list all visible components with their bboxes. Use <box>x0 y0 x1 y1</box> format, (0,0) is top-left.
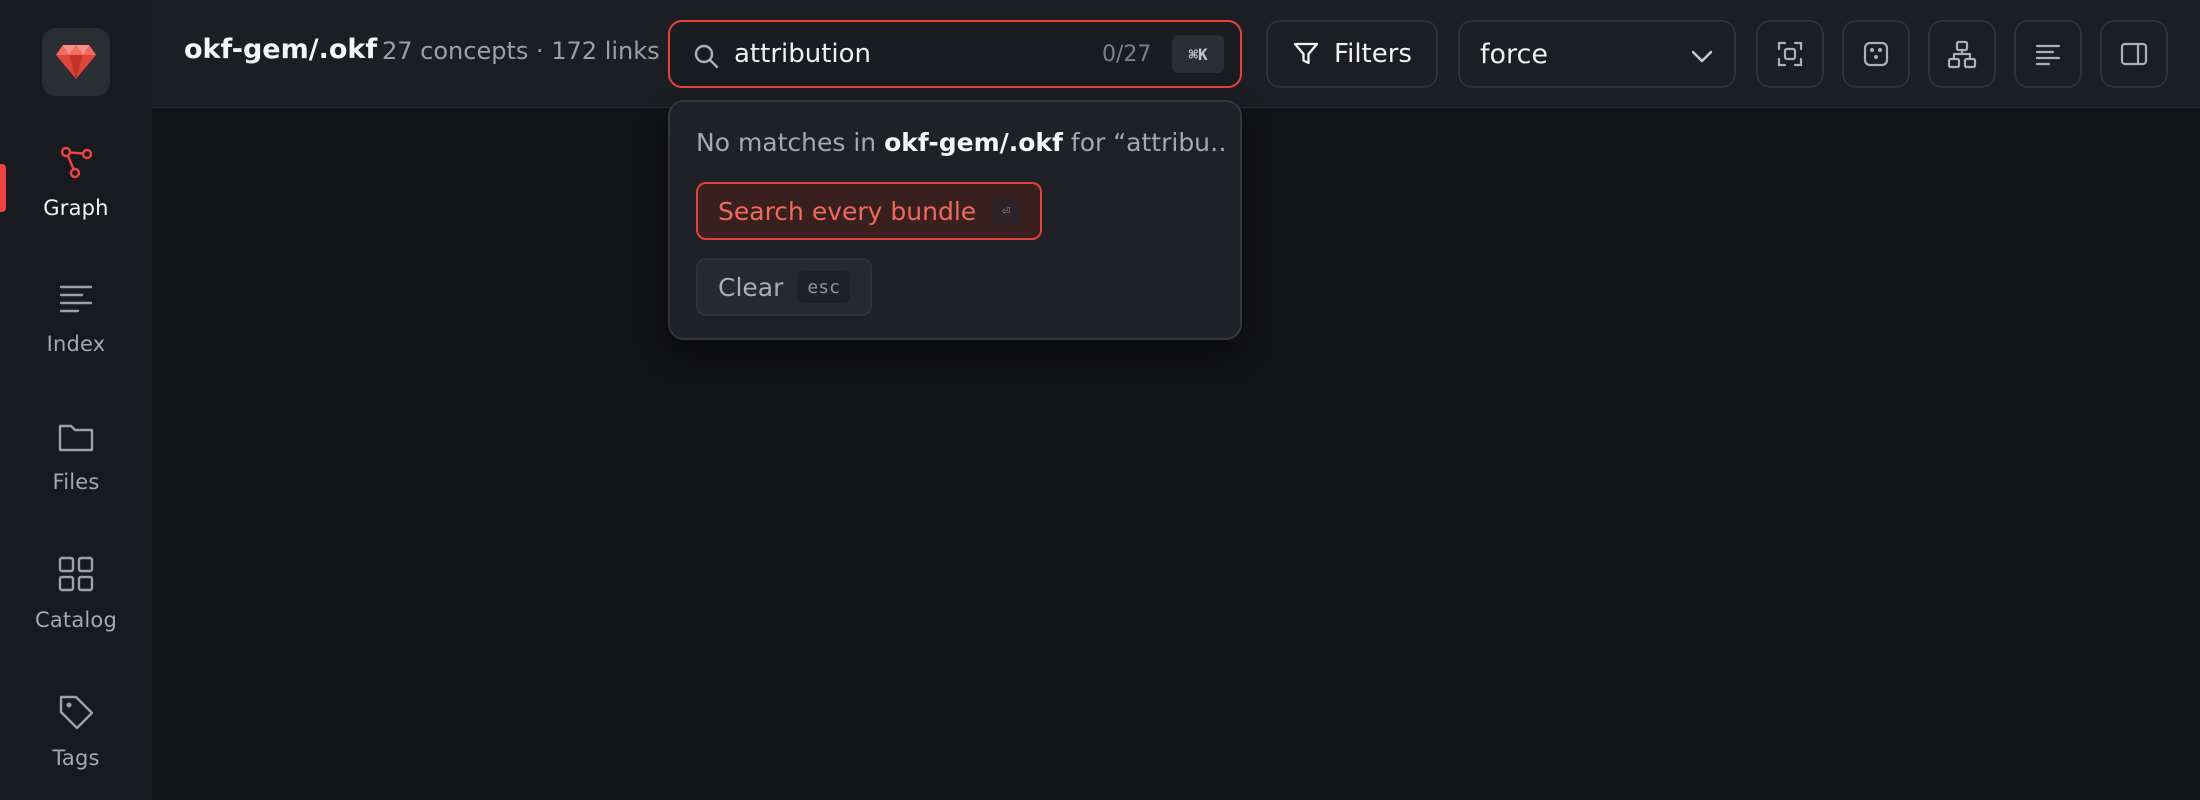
random-layout-button[interactable] <box>1842 20 1910 88</box>
search-results-dropdown: No matches in okf-gem/.okf for “attribu…… <box>668 100 1242 340</box>
search-box[interactable]: 0/27 ⌘K <box>668 20 1242 88</box>
sidebar-item-label: Files <box>52 470 100 494</box>
text-align-button[interactable] <box>2014 20 2082 88</box>
clear-search-button[interactable]: Clear esc <box>696 258 872 316</box>
app-root: Graph Index Files Catalog Tags okf-gem/.… <box>0 0 2200 800</box>
sidebar: Graph Index Files Catalog Tags <box>0 0 152 800</box>
no-matches-bundle: okf-gem/.okf <box>884 128 1063 157</box>
graph-icon <box>60 146 93 179</box>
bundle-stats: 27 concepts · 172 links <box>382 37 660 65</box>
side-panel-button[interactable] <box>2100 20 2168 88</box>
search-every-bundle-label: Search every bundle <box>718 196 977 226</box>
search-match-count: 0/27 <box>1102 42 1152 67</box>
search-input[interactable] <box>734 34 1074 74</box>
grid-icon <box>58 556 94 592</box>
layout-select-value: force <box>1480 38 1548 70</box>
random-layout-icon <box>1863 41 1889 67</box>
hierarchy-button[interactable] <box>1928 20 1996 88</box>
no-matches-suffix: for “attribu… <box>1070 128 1226 157</box>
filters-button[interactable]: Filters <box>1266 20 1438 88</box>
focus-frame-button[interactable] <box>1756 20 1824 88</box>
tag-icon <box>59 695 94 730</box>
folder-icon <box>58 424 94 452</box>
enter-key-badge: ⏎ <box>992 197 1021 225</box>
sidebar-item-label: Index <box>46 332 106 356</box>
search-icon <box>694 44 719 69</box>
app-logo[interactable] <box>42 28 110 96</box>
search-every-bundle-button[interactable]: Search every bundle ⏎ <box>696 182 1043 240</box>
sidebar-item-files[interactable]: Files <box>0 402 152 522</box>
sidebar-item-catalog[interactable]: Catalog <box>0 540 152 660</box>
sidebar-item-label: Tags <box>52 746 100 770</box>
sidebar-item-tags[interactable]: Tags <box>0 678 152 798</box>
search-shortcut-badge: ⌘K <box>1172 35 1224 73</box>
sidebar-item-index[interactable]: Index <box>0 264 152 384</box>
bundle-name: okf-gem/.okf <box>184 34 378 65</box>
sidebar-item-graph[interactable]: Graph <box>0 128 152 248</box>
no-matches-prefix: No matches in <box>696 128 877 157</box>
side-panel-icon <box>2120 42 2148 66</box>
filter-icon <box>1293 42 1319 65</box>
clear-search-label: Clear <box>718 272 784 302</box>
layout-select[interactable]: force <box>1458 20 1736 88</box>
no-matches-message: No matches in okf-gem/.okf for “attribu… <box>696 128 1226 157</box>
escape-key-badge: esc <box>797 271 850 303</box>
gem-icon <box>56 45 96 79</box>
text-align-icon <box>2035 44 2061 66</box>
sidebar-item-label: Catalog <box>34 608 118 632</box>
topbar: okf-gem/.okf 27 concepts · 172 links 0/2… <box>152 0 2200 108</box>
sidebar-item-label: Graph <box>43 196 109 220</box>
chevron-down-icon <box>1691 50 1713 63</box>
filters-button-label: Filters <box>1334 39 1412 69</box>
focus-frame-icon <box>1777 41 1803 67</box>
hierarchy-icon <box>1947 40 1977 69</box>
list-icon <box>59 285 93 313</box>
